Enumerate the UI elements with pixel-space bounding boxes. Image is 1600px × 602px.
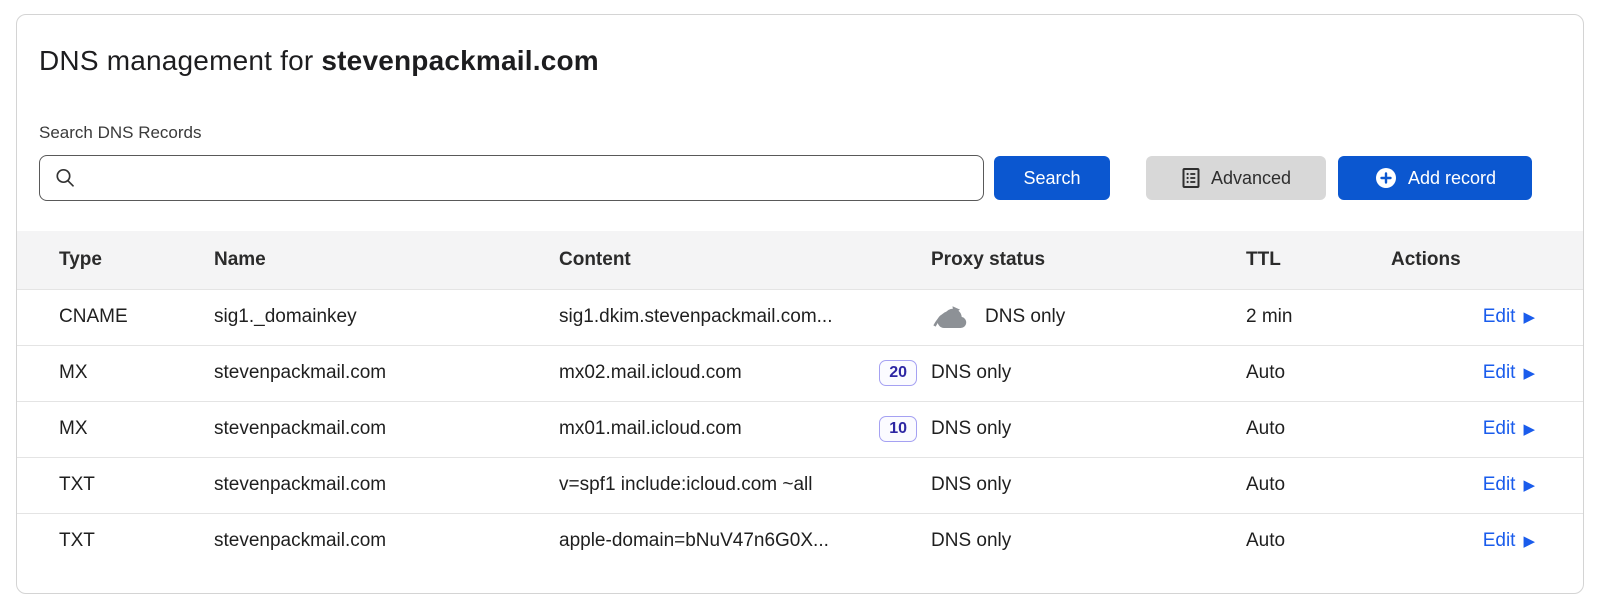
advanced-button[interactable]: Advanced — [1146, 156, 1326, 200]
add-record-button-label: Add record — [1408, 168, 1496, 189]
search-box[interactable] — [39, 155, 984, 201]
record-content: mx02.mail.icloud.com — [559, 362, 742, 384]
table-header-row: Type Name Content Proxy status TTL Actio… — [17, 231, 1584, 289]
record-name: stevenpackmail.com — [214, 401, 559, 457]
controls-row: Search Advanced — [39, 155, 1561, 201]
page-title: DNS management for stevenpackmail.com — [39, 45, 1561, 77]
edit-link-label: Edit — [1483, 418, 1516, 440]
dns-record-row: TXT stevenpackmail.com v=spf1 include:ic… — [17, 457, 1584, 513]
edit-link[interactable]: Edit ▶ — [1483, 474, 1535, 496]
list-document-icon — [1181, 167, 1201, 189]
record-content: apple-domain=bNuV47n6G0X... — [559, 530, 829, 552]
search-label: Search DNS Records — [39, 123, 1561, 143]
record-ttl: Auto — [1246, 345, 1391, 401]
priority-badge: 20 — [879, 360, 917, 386]
edit-link-label: Edit — [1483, 474, 1516, 496]
priority-badge: 10 — [879, 416, 917, 442]
record-type: TXT — [17, 457, 214, 513]
record-name: stevenpackmail.com — [214, 457, 559, 513]
record-name: stevenpackmail.com — [214, 513, 559, 569]
column-header-proxy-status: Proxy status — [931, 231, 1246, 289]
edit-arrow-icon: ▶ — [1523, 364, 1535, 382]
search-input[interactable] — [86, 156, 969, 200]
record-type: MX — [17, 401, 214, 457]
dns-management-card: DNS management for stevenpackmail.com Se… — [16, 14, 1584, 594]
gray-cloud-arrow-icon — [931, 303, 971, 331]
column-header-name: Name — [214, 231, 559, 289]
edit-link[interactable]: Edit ▶ — [1483, 306, 1535, 328]
record-content: v=spf1 include:icloud.com ~all — [559, 474, 812, 496]
advanced-button-label: Advanced — [1211, 168, 1291, 189]
edit-arrow-icon: ▶ — [1523, 532, 1535, 550]
edit-arrow-icon: ▶ — [1523, 476, 1535, 494]
edit-arrow-icon: ▶ — [1523, 420, 1535, 438]
proxy-status-text: DNS only — [985, 306, 1065, 328]
edit-link-label: Edit — [1483, 362, 1516, 384]
record-content: mx01.mail.icloud.com — [559, 418, 742, 440]
domain-name: stevenpackmail.com — [321, 45, 599, 76]
column-header-content: Content — [559, 231, 931, 289]
column-header-type: Type — [17, 231, 214, 289]
record-content: sig1.dkim.stevenpackmail.com... — [559, 306, 833, 328]
edit-link[interactable]: Edit ▶ — [1483, 362, 1535, 384]
edit-arrow-icon: ▶ — [1523, 308, 1535, 326]
page-title-prefix: DNS management for — [39, 45, 321, 76]
record-name: sig1._domainkey — [214, 289, 559, 345]
dns-records-table: Type Name Content Proxy status TTL Actio… — [17, 231, 1584, 569]
edit-link-label: Edit — [1483, 530, 1516, 552]
dns-record-row: CNAME sig1._domainkey sig1.dkim.stevenpa… — [17, 289, 1584, 345]
record-ttl: Auto — [1246, 457, 1391, 513]
edit-link[interactable]: Edit ▶ — [1483, 530, 1535, 552]
record-ttl: Auto — [1246, 513, 1391, 569]
plus-circle-icon — [1374, 166, 1398, 190]
search-icon — [54, 167, 76, 189]
record-type: CNAME — [17, 289, 214, 345]
proxy-status-text: DNS only — [931, 530, 1011, 552]
record-type: TXT — [17, 513, 214, 569]
dns-record-row: TXT stevenpackmail.com apple-domain=bNuV… — [17, 513, 1584, 569]
column-header-ttl: TTL — [1246, 231, 1391, 289]
record-ttl: 2 min — [1246, 289, 1391, 345]
edit-link[interactable]: Edit ▶ — [1483, 418, 1535, 440]
edit-link-label: Edit — [1483, 306, 1516, 328]
column-header-actions: Actions — [1391, 231, 1584, 289]
proxy-status-text: DNS only — [931, 474, 1011, 496]
record-type: MX — [17, 345, 214, 401]
proxy-status-text: DNS only — [931, 418, 1011, 440]
dns-record-row: MX stevenpackmail.com mx02.mail.icloud.c… — [17, 345, 1584, 401]
dns-record-row: MX stevenpackmail.com mx01.mail.icloud.c… — [17, 401, 1584, 457]
record-name: stevenpackmail.com — [214, 345, 559, 401]
record-ttl: Auto — [1246, 401, 1391, 457]
add-record-button[interactable]: Add record — [1338, 156, 1532, 200]
proxy-status-text: DNS only — [931, 362, 1011, 384]
search-button[interactable]: Search — [994, 156, 1110, 200]
